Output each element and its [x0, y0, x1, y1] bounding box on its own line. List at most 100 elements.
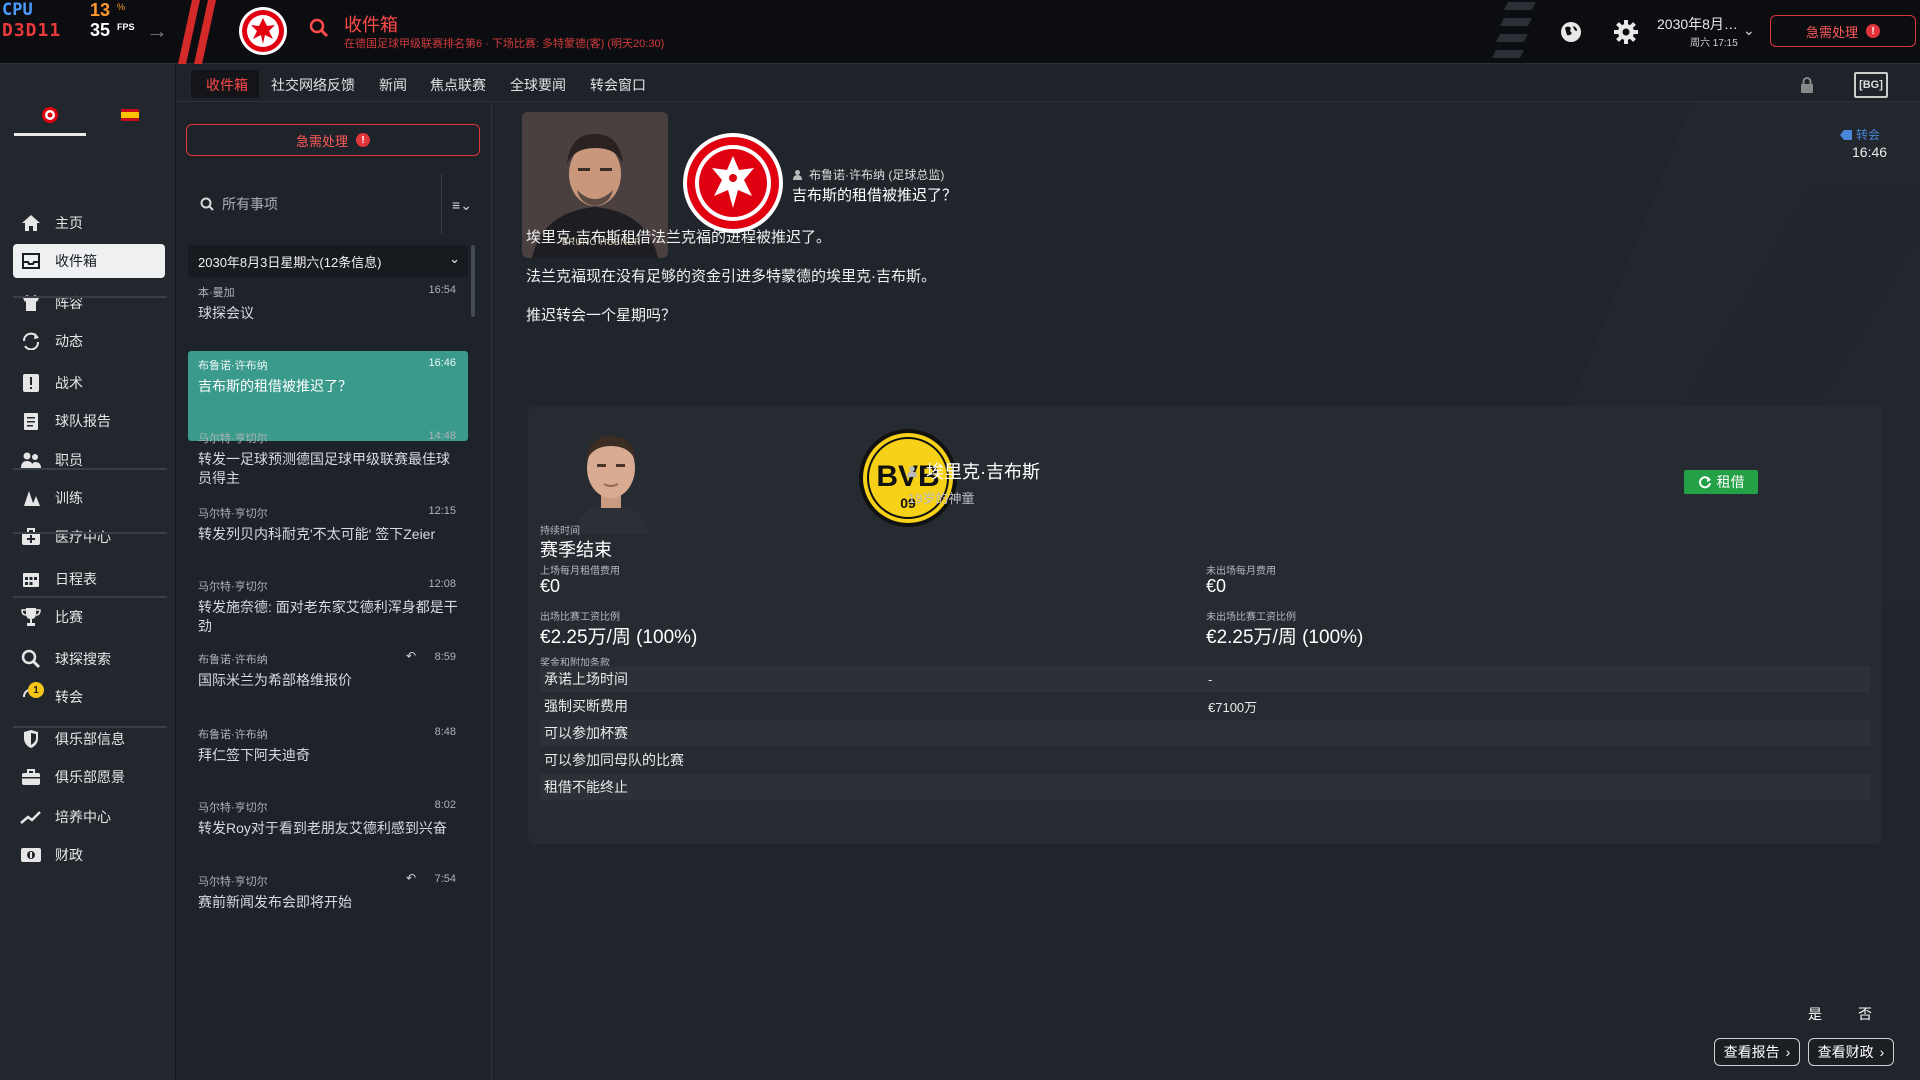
body-question: 推迟转会一个星期吗？	[526, 307, 677, 324]
player-name-text: 埃里克·吉布斯	[926, 462, 1040, 482]
view-report-button[interactable]: 查看报告 ›	[1714, 1038, 1800, 1066]
player-name[interactable]: 埃里克·吉布斯	[906, 458, 1040, 484]
sidebar-item-home[interactable]: 主页	[13, 206, 165, 240]
tactics-icon	[17, 372, 45, 394]
message-list-panel: 急需处理 ! 所有事项 ≡⌄ 2030年8月3日星期六(12条信息) ⌄ 本·曼…	[176, 102, 492, 1080]
gear-icon[interactable]	[1612, 18, 1640, 46]
message-sender: 本·曼加	[198, 287, 235, 299]
sidebar-item-tactics[interactable]: 战术	[13, 366, 165, 400]
sidebar-tab-club[interactable]	[14, 106, 86, 136]
list-scrollbar[interactable]	[471, 245, 475, 317]
dynamics-icon	[17, 330, 45, 352]
message-sender: 布鲁诺·许布纳	[198, 654, 268, 666]
message-list-item[interactable]: 马尔特·亨切尔 14:48 转发一足球预测德国足球甲级联赛最佳球员得主	[188, 424, 468, 496]
message-list-item[interactable]: 马尔特·亨切尔 12:15 转发列贝内科耐克'不太可能' 签下Zeier	[188, 499, 468, 571]
sidebar-item-label: 俱乐部愿景	[55, 769, 125, 785]
message-list-item[interactable]: 本·曼加 16:54 球探会议	[188, 278, 468, 338]
search-icon[interactable]	[309, 18, 329, 38]
body-paragraph: 埃里克·吉布斯租借法兰克福的进程被推迟了。	[526, 229, 831, 246]
tab-social-feedback[interactable]: 社交网络反馈	[271, 75, 355, 95]
sidebar-item-label: 战术	[55, 375, 83, 391]
search-input[interactable]: 所有事项	[188, 174, 442, 234]
sidebar-item-dynamics[interactable]: 动态	[13, 324, 165, 358]
sidebar-item-label: 转会	[55, 689, 83, 705]
sidebar-item-training[interactable]: 训练	[13, 481, 165, 515]
message-list-item[interactable]: 布鲁诺·许布纳 8:59 国际米兰为希部格维报价 ↶	[188, 645, 468, 717]
message-time: 8:48	[434, 726, 456, 738]
search-placeholder: 所有事项	[222, 196, 278, 212]
red-stripes-decoration	[178, 0, 216, 64]
message-list-item[interactable]: 布鲁诺·许布纳 8:48 拜仁签下阿夫迪奇	[188, 720, 468, 792]
body-paragraph: 法兰克福现在没有足够的资金引进多特蒙德的埃里克·吉布斯。	[526, 268, 936, 285]
tab-news[interactable]: 新闻	[379, 75, 407, 95]
chevron-down-icon: ⌄	[449, 251, 460, 266]
sidebar-tab-nation[interactable]	[94, 106, 166, 136]
message-list-item[interactable]: 马尔特·亨切尔 8:02 转发Roy对于看到老朋友艾德利感到兴奋	[188, 793, 468, 865]
lock-icon[interactable]	[1792, 72, 1822, 98]
message-list-item[interactable]: 马尔特·亨切尔 12:08 转发施奈德: 面对老东家艾德利浑身都是干劲	[188, 572, 468, 644]
message-list-item[interactable]: 马尔特·亨切尔 7:54 赛前新闻发布会即将开始 ↶	[188, 867, 468, 939]
yes-button[interactable]: 是	[1808, 1004, 1822, 1024]
fee-played-label: 上场每月租借费用	[540, 566, 620, 577]
message-time: 8:59	[434, 651, 456, 663]
message-subject: 拜仁签下阿夫迪奇	[198, 747, 310, 763]
transfer-tag[interactable]: 转会	[1840, 126, 1880, 143]
world-globe-icon[interactable]	[1558, 19, 1584, 45]
game-date[interactable]: 2030年8月…	[1657, 14, 1738, 34]
back-arrow-icon[interactable]: →	[146, 18, 168, 44]
message-time: 12:08	[428, 578, 456, 590]
sidebar-divider	[13, 532, 167, 534]
player-portrait[interactable]	[568, 424, 654, 534]
sidebar-item-finance[interactable]: 财政	[13, 838, 165, 872]
view-report-label: 查看报告	[1723, 1044, 1780, 1060]
sidebar-item-label: 比赛	[55, 609, 83, 625]
duration-label: 持续时间	[540, 526, 580, 537]
report-icon	[17, 410, 45, 432]
sidebar-item-label: 动态	[55, 333, 83, 349]
sidebar-item-label: 主页	[55, 215, 83, 231]
tab-focus-leagues[interactable]: 焦点联赛	[430, 75, 486, 95]
replied-icon: ↶	[405, 871, 416, 885]
sidebar-item-staff[interactable]: 职员	[13, 443, 165, 477]
search-icon	[200, 197, 214, 211]
tab-transfer-window[interactable]: 转会窗口	[590, 75, 646, 95]
sidebar-item-development[interactable]: 培养中心	[13, 800, 165, 834]
sidebar-item-label: 财政	[55, 847, 83, 863]
date-group-header[interactable]: 2030年8月3日星期六(12条信息) ⌄	[188, 245, 468, 277]
person-icon	[907, 466, 917, 477]
page-subtitle: 在德国足球甲级联赛排名第6 · 下场比赛: 多特蒙德(客) (明天20:30)	[344, 38, 665, 50]
sidebar-item-squad-shirt[interactable]: 阵容	[13, 286, 165, 320]
refresh-icon	[1698, 476, 1711, 489]
message-time: 8:02	[434, 799, 456, 811]
right-stripes-decoration	[1492, 2, 1536, 58]
chevron-down-icon[interactable]: ⌄	[1743, 22, 1755, 39]
sidebar-item-scout-search[interactable]: 球探搜索	[13, 642, 165, 676]
sender-line[interactable]: 布鲁诺·许布纳 (足球总监)	[792, 166, 944, 183]
fee-unplayed-value: €0	[1206, 576, 1227, 596]
background-toggle-button[interactable]: [BG]	[1854, 72, 1888, 98]
chevron-right-icon: ›	[1879, 1044, 1885, 1060]
vision-icon	[17, 766, 45, 788]
tab-global-news[interactable]: 全球要闻	[510, 75, 566, 95]
sidebar-item-vision[interactable]: 俱乐部愿景	[13, 760, 165, 794]
sidebar-divider	[13, 296, 167, 298]
wage-played-label: 出场比赛工资比例	[540, 612, 620, 623]
sidebar-item-medical[interactable]: 医疗中心	[13, 520, 165, 554]
wage-played-value: €2.25万/周 (100%)	[540, 627, 698, 648]
tab-inbox[interactable]: 收件箱	[206, 75, 248, 95]
sender-name: 布鲁诺·许布纳 (足球总监)	[809, 168, 945, 182]
wage-unplayed-value: €2.25万/周 (100%)	[1206, 627, 1364, 648]
sidebar-item-trophy[interactable]: 比赛	[13, 600, 165, 634]
urgent-action-button[interactable]: 急需处理 !	[1770, 15, 1916, 47]
filter-menu-icon[interactable]: ≡⌄	[444, 194, 480, 216]
urgent-filter-button[interactable]: 急需处理 !	[186, 124, 480, 156]
club-shield-icon	[17, 728, 45, 750]
sidebar-item-calendar[interactable]: 日程表	[13, 562, 165, 596]
no-button[interactable]: 否	[1858, 1004, 1872, 1024]
club-crest-icon[interactable]	[682, 132, 784, 234]
club-crest-icon[interactable]	[238, 6, 288, 56]
view-finance-button[interactable]: 查看财政 ›	[1808, 1038, 1894, 1066]
club-crest-small-icon	[42, 107, 58, 123]
sidebar-item-inbox[interactable]: 收件箱	[13, 244, 165, 278]
sidebar-item-report[interactable]: 球队报告	[13, 404, 165, 438]
